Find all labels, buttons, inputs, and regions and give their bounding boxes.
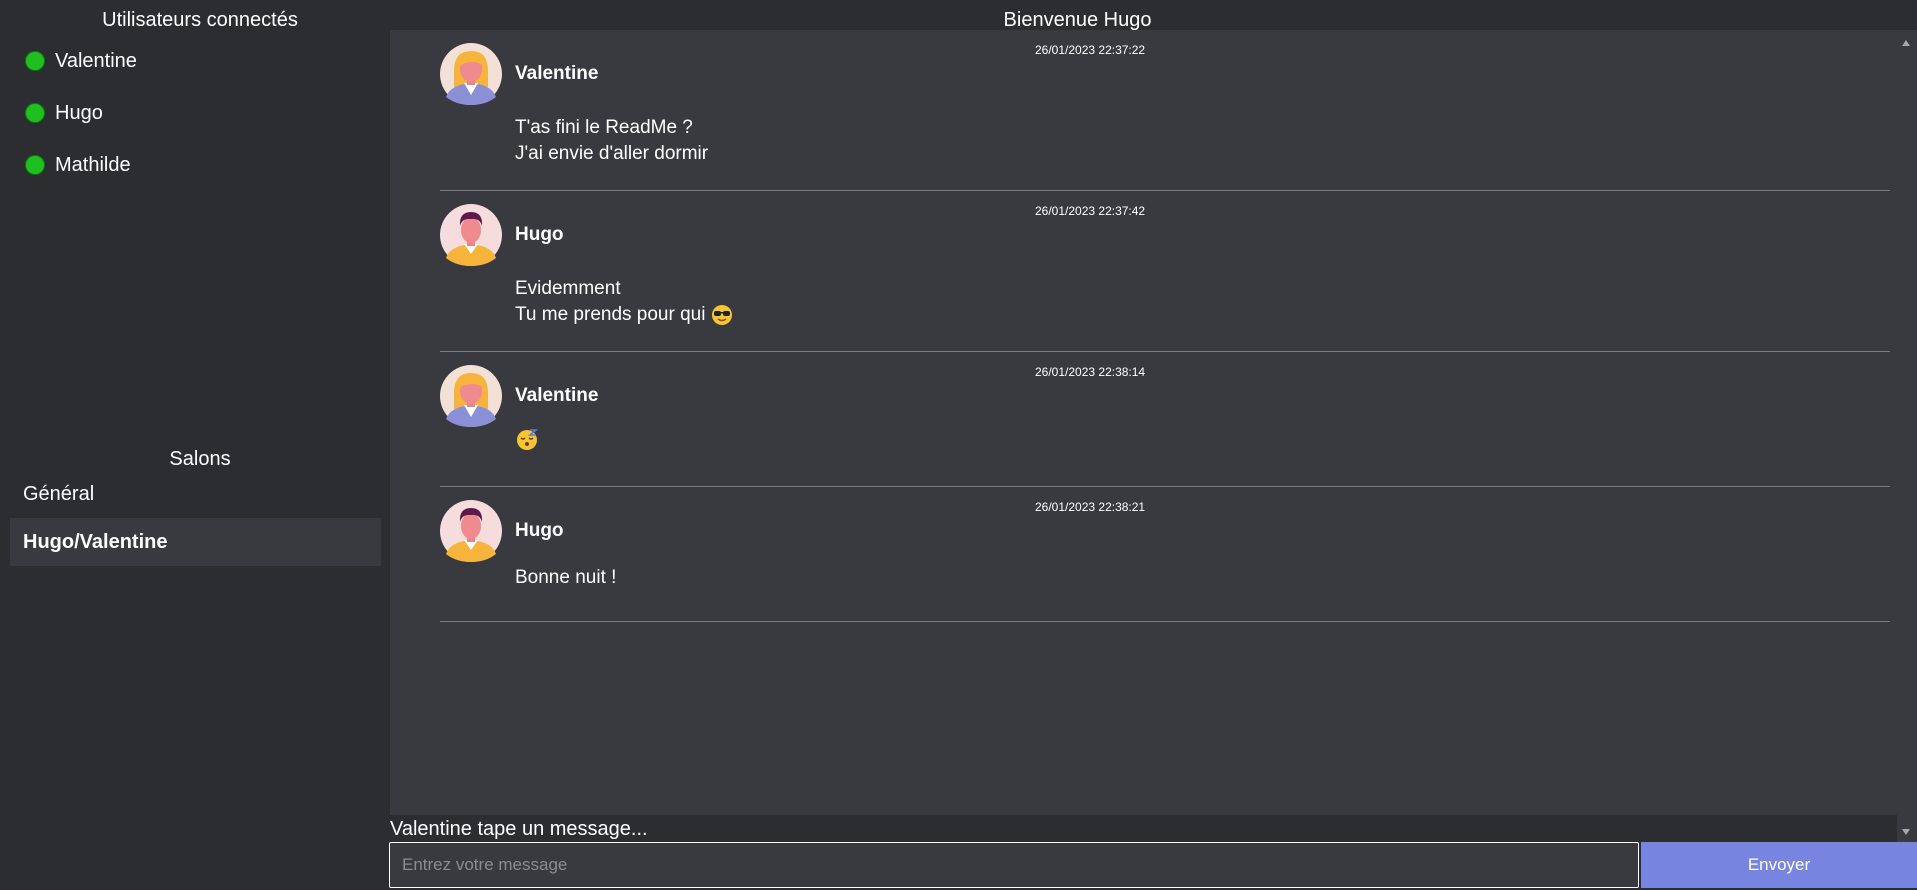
online-status-icon [25,155,45,175]
message-item: Valentine 26/01/2023 22:37:22 T'as fini … [440,30,1890,191]
message-line-with-emoji: Tu me prends pour qui [515,302,733,328]
message-text [515,427,539,453]
female-avatar-icon [440,43,502,105]
message-composer: Envoyer [389,842,1917,890]
message-line: J'ai envie d'aller dormir [515,143,709,164]
user-name: Hugo [55,101,103,124]
sunglasses-emoji-icon [711,304,732,325]
message-text: T'as fini le ReadMe ? J'ai envie d'aller… [515,115,708,167]
message-list-scrollbar[interactable] [1897,30,1917,845]
online-status-icon [25,51,45,71]
message-author: Valentine [515,385,599,406]
room-item-hugo-valentine[interactable]: Hugo/Valentine [10,518,381,566]
message-author: Hugo [515,520,564,541]
sidebar: Utilisateurs connectés Valentine Hugo Ma… [0,0,390,890]
sleeping-emoji-icon [517,429,539,450]
message-author: Hugo [515,224,564,245]
message-timestamp: 26/01/2023 22:38:21 [1035,500,1146,514]
message-text: Bonne nuit ! [515,565,616,591]
male-avatar-icon [440,500,502,562]
message-line: Evidemment [515,278,621,299]
connected-users-title: Utilisateurs connectés [102,9,298,31]
message-text: Evidemment Tu me prends pour qui [515,276,733,328]
message-author: Valentine [515,63,599,84]
female-avatar-icon [440,365,502,427]
message-list[interactable]: Valentine 26/01/2023 22:37:22 T'as fini … [390,30,1897,815]
message-item: Valentine 26/01/2023 22:38:14 [440,352,1890,487]
message-item: Hugo 26/01/2023 22:38:21 Bonne nuit ! [440,487,1890,622]
user-item-valentine[interactable]: Valentine [25,46,137,76]
welcome-title: Bienvenue Hugo [1003,9,1152,31]
typing-indicator: Valentine tape un message... [390,818,648,840]
room-item-general[interactable]: Général [10,470,381,518]
message-line: Tu me prends pour qui [515,304,706,325]
message-input[interactable] [389,842,1639,888]
room-name: Hugo/Valentine [23,530,168,553]
message-timestamp: 26/01/2023 22:37:42 [1035,204,1146,218]
user-name: Valentine [55,49,137,72]
user-item-hugo[interactable]: Hugo [25,98,103,128]
scroll-down-icon[interactable] [1902,829,1910,835]
message-item: Hugo 26/01/2023 22:37:42 Evidemment Tu m… [440,191,1890,352]
message-timestamp: 26/01/2023 22:37:22 [1035,43,1146,57]
message-line: Bonne nuit ! [515,567,617,588]
rooms-title: Salons [169,448,231,470]
room-name: Général [23,482,95,505]
scroll-up-icon[interactable] [1902,40,1910,46]
message-line: T'as fini le ReadMe ? [515,117,693,138]
user-name: Mathilde [55,153,131,176]
message-timestamp: 26/01/2023 22:38:14 [1035,365,1146,379]
male-avatar-icon [440,204,502,266]
online-status-icon [25,103,45,123]
send-button[interactable]: Envoyer [1641,842,1917,888]
chat-app: Utilisateurs connectés Valentine Hugo Ma… [0,0,1917,890]
user-item-mathilde[interactable]: Mathilde [25,150,131,180]
